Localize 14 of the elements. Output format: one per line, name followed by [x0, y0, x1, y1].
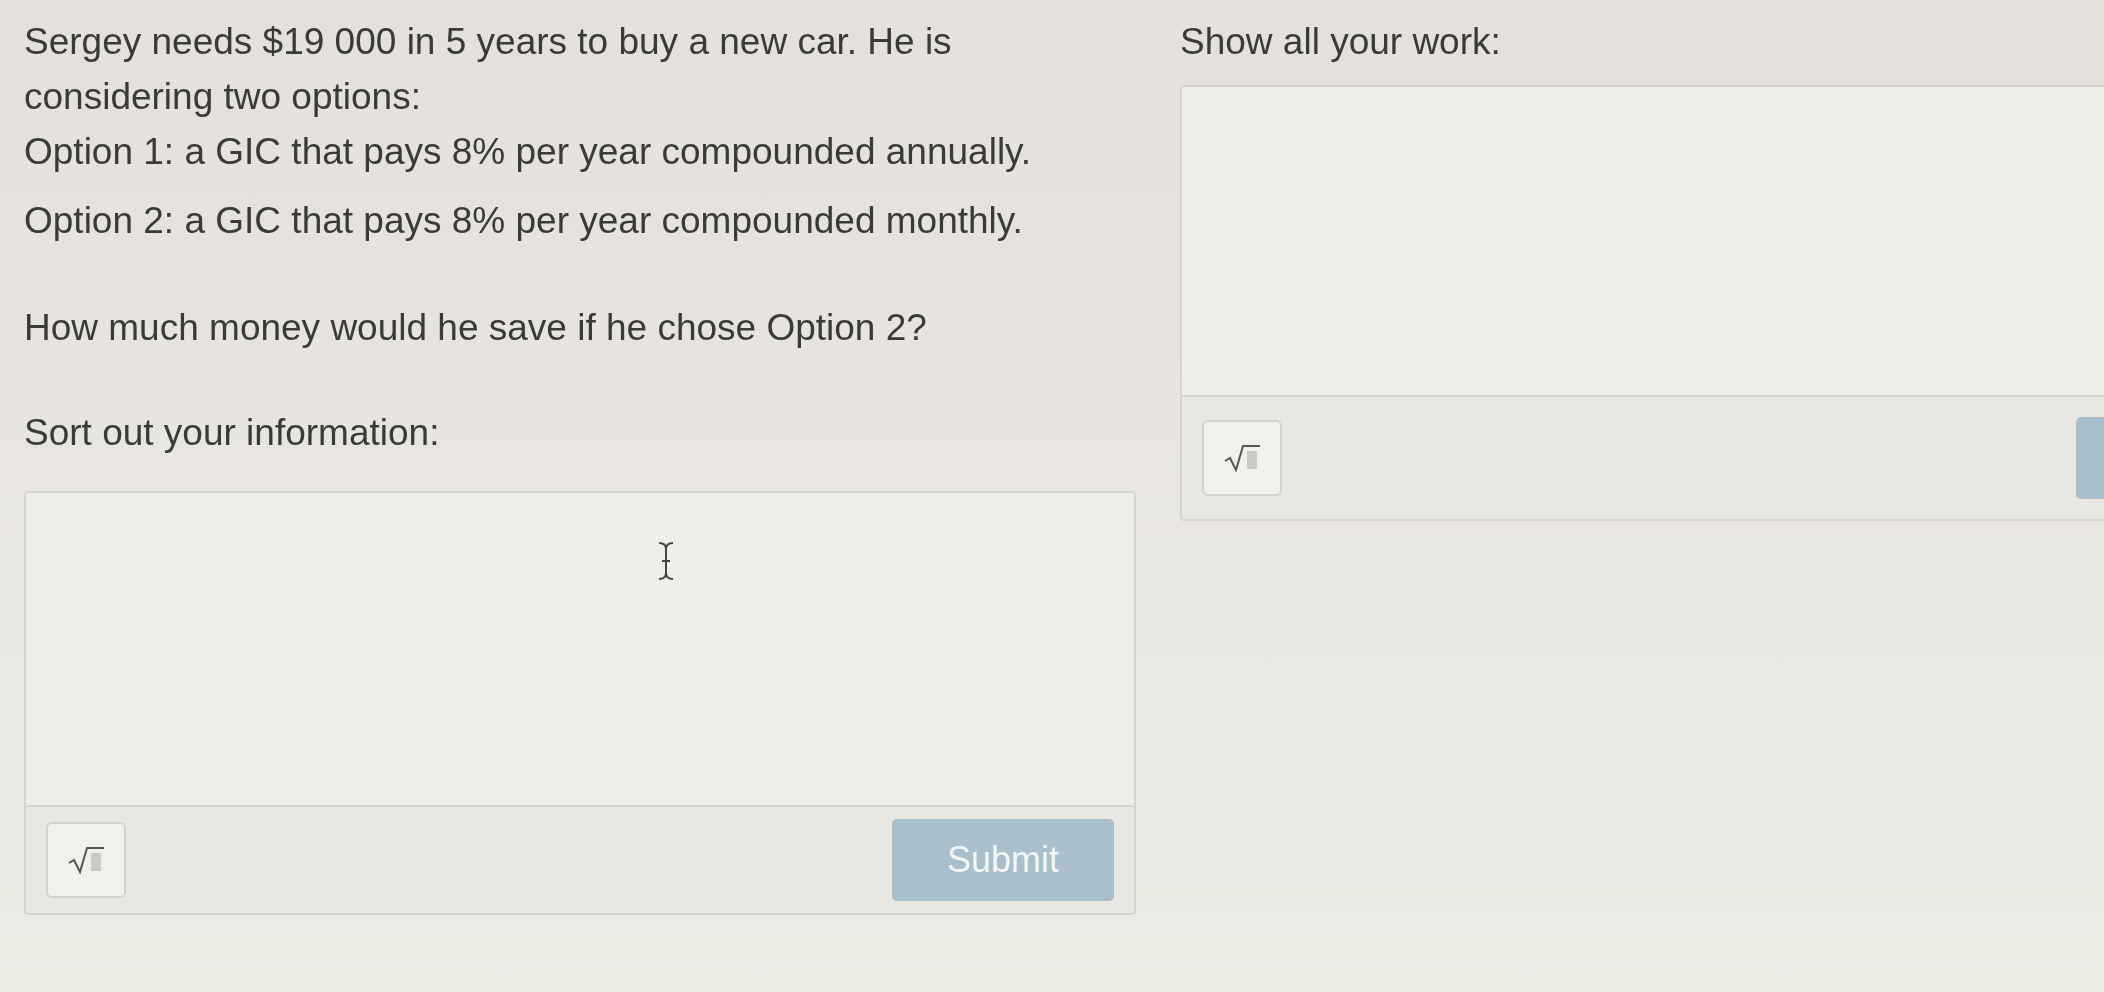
- square-root-icon: [67, 845, 105, 875]
- math-input-button[interactable]: [1202, 420, 1282, 496]
- question-text: How much money would he save if he chose Option 2?: [24, 306, 928, 350]
- square-root-icon: [1223, 443, 1261, 473]
- text-cursor-icon: [656, 541, 676, 581]
- submit-button[interactable]: Submit: [892, 819, 1114, 901]
- problem-text: Sergey needs $19 000 in 5 years to buy a new car. He is considering two options:: [24, 20, 953, 119]
- option-text: Option 2: a GIC that pays 8% per year compounded monthly.: [24, 199, 1024, 243]
- section-label: Sort out your information:: [24, 411, 441, 455]
- option-text: Option 1: a GIC that pays 8% per year compounded annually.: [24, 130, 1033, 174]
- answer-box[interactable]: [1180, 85, 2104, 521]
- math-input-button[interactable]: [46, 822, 126, 898]
- section-label: Show all your work:: [1180, 20, 1502, 64]
- answer-box[interactable]: Submit: [24, 491, 1136, 915]
